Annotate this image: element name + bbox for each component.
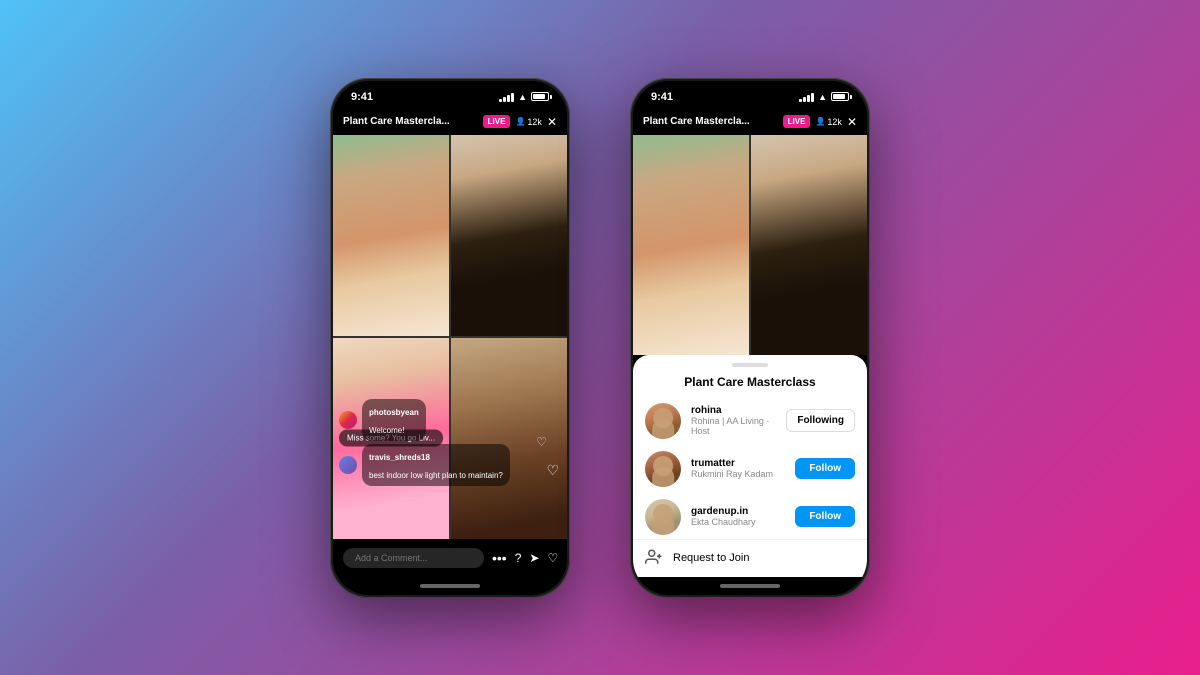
status-icons-2: ▲ — [799, 92, 849, 102]
phone-2: 9:41 ▲ Plant Care Masterclа... LIVE — [630, 78, 870, 598]
phone-bottom-1 — [333, 577, 567, 595]
chat-message-1: photosbyean Welcome! — [339, 399, 561, 441]
user-handle-gardenup: gardenup.in — [691, 506, 785, 517]
request-join[interactable]: Request to Join — [633, 539, 867, 577]
live-badges-2: LIVE 👤 12k ✕ — [783, 115, 857, 129]
live-title-2: Plant Care Masterclа... — [643, 116, 750, 127]
home-indicator-2 — [720, 584, 780, 588]
video-half-1 — [633, 135, 749, 355]
video-half-2 — [751, 135, 867, 355]
status-time-2: 9:41 — [651, 91, 673, 103]
question-icon[interactable]: ? — [515, 551, 522, 565]
battery-icon-1 — [531, 92, 549, 101]
close-button-1[interactable]: ✕ — [547, 115, 557, 129]
video-cell-2 — [451, 135, 567, 336]
notch-2 — [710, 81, 790, 103]
live-header-2: Plant Care Masterclа... LIVE 👤 12k ✕ — [633, 109, 867, 135]
user-name-trumatter: Rukmini Ray Kadam — [691, 469, 785, 479]
user-handle-trumatter: trumatter — [691, 458, 785, 469]
chat-bubble-2: travis_shreds18 best indoor low light pl… — [362, 444, 510, 486]
live-badge-2: LIVE — [783, 115, 811, 128]
request-join-icon — [645, 548, 663, 569]
follow-button-gardenup[interactable]: Follow — [795, 506, 855, 527]
user-row-trumatter: trumatter Rukmini Ray Kadam Follow — [633, 445, 867, 493]
video-cell-1 — [333, 135, 449, 336]
signal-bars-1 — [499, 92, 514, 102]
user-name-gardenup: Ekta Chaudhary — [691, 517, 785, 527]
home-indicator-1 — [420, 584, 480, 588]
user-handle-rohina: rohina — [691, 405, 776, 416]
live-badges-1: LIVE 👤 12k ✕ — [483, 115, 557, 129]
wifi-icon-1: ▲ — [518, 92, 527, 102]
live-title-1: Plant Care Masterclа... — [343, 116, 450, 127]
chat-username-2: travis_shreds18 — [369, 453, 430, 462]
user-info-rohina: rohina Rohina | AA Living · Host — [691, 405, 776, 436]
user-name-rohina: Rohina | AA Living · Host — [691, 416, 776, 436]
user-info-gardenup: gardenup.in Ekta Chaudhary — [691, 506, 785, 527]
comment-input[interactable] — [343, 548, 484, 568]
request-join-text: Request to Join — [673, 552, 749, 564]
panel-handle — [732, 363, 768, 367]
avatar-rohina — [645, 403, 681, 439]
battery-icon-2 — [831, 92, 849, 101]
notch — [410, 81, 490, 103]
panel-title: Plant Care Masterclass — [633, 371, 867, 397]
chat-text-1: Welcome! — [369, 426, 404, 435]
live-badge-1: LIVE — [483, 115, 511, 128]
status-time-1: 9:41 — [351, 91, 373, 103]
chat-bubble-1: photosbyean Welcome! — [362, 399, 426, 441]
phone-1: 9:41 ▲ Plant Care Masterclа... LIVE — [330, 78, 570, 598]
user-row-gardenup: gardenup.in Ekta Chaudhary Follow — [633, 493, 867, 535]
avatar-trumatter — [645, 451, 681, 487]
close-button-2[interactable]: ✕ — [847, 115, 857, 129]
chat-avatar-2 — [339, 456, 357, 474]
white-panel: Plant Care Masterclass rohina Rohina | A… — [633, 355, 867, 577]
comment-bar: ••• ? ➤ ♡ — [333, 539, 567, 577]
chat-message-2: travis_shreds18 best indoor low light pl… — [339, 444, 561, 486]
following-button-rohina[interactable]: Following — [786, 409, 855, 432]
share-icon[interactable]: ➤ — [529, 551, 539, 565]
chat-overlay: photosbyean Welcome! travis_shreds18 bes… — [339, 399, 561, 489]
avatar-gardenup — [645, 499, 681, 535]
status-icons-1: ▲ — [499, 92, 549, 102]
chat-avatar-1 — [339, 411, 357, 429]
chat-username-1: photosbyean — [369, 408, 419, 417]
like-icon[interactable]: ♡ — [547, 551, 558, 565]
live-header-1: Plant Care Masterclа... LIVE 👤 12k ✕ — [333, 109, 567, 135]
more-button[interactable]: ••• — [492, 550, 507, 566]
user-info-trumatter: trumatter Rukmini Ray Kadam — [691, 458, 785, 479]
viewer-count-2: 👤 12k — [815, 117, 841, 127]
user-list: rohina Rohina | AA Living · Host Followi… — [633, 397, 867, 535]
user-row-rohina: rohina Rohina | AA Living · Host Followi… — [633, 397, 867, 445]
follow-button-trumatter[interactable]: Follow — [795, 458, 855, 479]
wifi-icon-2: ▲ — [818, 92, 827, 102]
viewer-count-1: 👤 12k — [515, 117, 541, 127]
comment-actions: ? ➤ ♡ — [515, 551, 559, 565]
video-split-2 — [633, 135, 867, 355]
phone-bottom-2 — [633, 577, 867, 595]
chat-text-2: best indoor low light plan to maintain? — [369, 471, 503, 480]
signal-bars-2 — [799, 92, 814, 102]
video-grid-1: Miss some? You go Liv... photosbyean Wel… — [333, 135, 567, 539]
